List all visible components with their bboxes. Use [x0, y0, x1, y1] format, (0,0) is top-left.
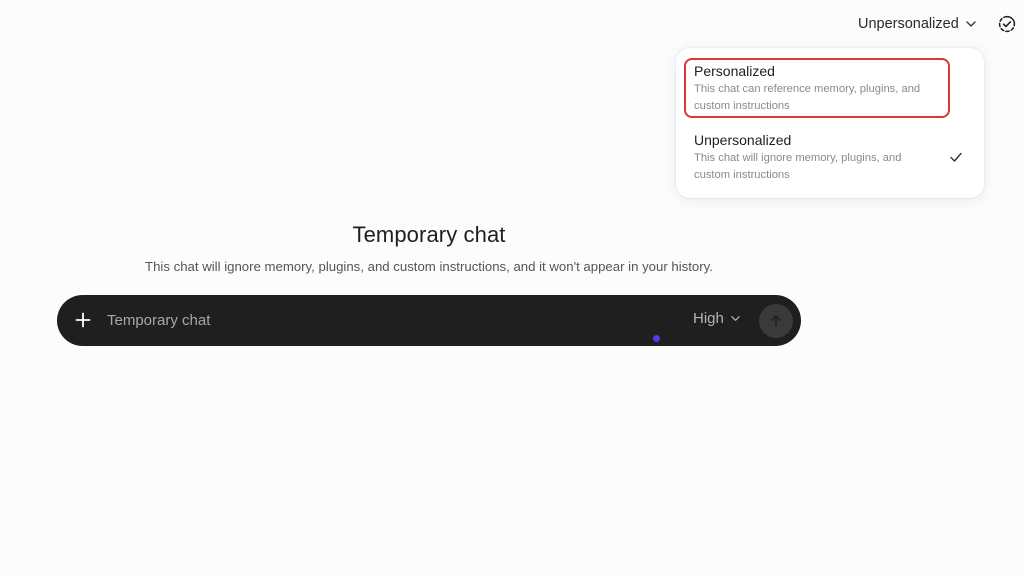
app-page: Unpersonalized Personalized This chat ca… — [0, 0, 1024, 576]
temporary-chat-check-icon — [998, 15, 1016, 33]
plus-icon — [75, 312, 91, 328]
arrow-up-icon — [771, 315, 781, 327]
chat-input[interactable] — [107, 307, 667, 333]
option-description-line: This chat will ignore memory, plugins, a… — [694, 152, 902, 164]
chat-composer: High — [57, 295, 801, 346]
checkmark-icon — [950, 152, 962, 162]
personalization-mode-button[interactable]: Unpersonalized — [850, 12, 985, 36]
mode-label: Unpersonalized — [858, 16, 959, 32]
personalization-dropdown: Personalized This chat can reference mem… — [676, 48, 984, 198]
option-title: Unpersonalized — [694, 132, 792, 148]
chevron-down-icon — [731, 316, 740, 321]
option-personalized[interactable]: Personalized This chat can reference mem… — [684, 58, 950, 118]
temporary-chat-toggle[interactable] — [995, 12, 1019, 36]
mouse-cursor — [653, 335, 660, 342]
page-title: Temporary chat — [352, 222, 506, 247]
option-description-line: This chat can reference memory, plugins,… — [694, 83, 921, 95]
reasoning-effort-dropdown[interactable]: High — [693, 310, 741, 327]
option-description-line: custom instructions — [694, 168, 790, 181]
option-description: This chat will ignore memory, plugins, a… — [694, 150, 956, 183]
send-button[interactable] — [759, 304, 793, 338]
add-attachment-button[interactable] — [71, 308, 95, 332]
option-description-line: custom instructions — [694, 99, 790, 112]
page-subtitle: This chat will ignore memory, plugins, a… — [145, 259, 713, 274]
option-description: This chat can reference memory, plugins,… — [694, 81, 940, 114]
effort-label: High — [693, 310, 724, 327]
option-unpersonalized[interactable]: Unpersonalized This chat will ignore mem… — [684, 128, 966, 184]
option-title: Personalized — [694, 63, 775, 79]
chevron-down-icon — [966, 21, 976, 27]
